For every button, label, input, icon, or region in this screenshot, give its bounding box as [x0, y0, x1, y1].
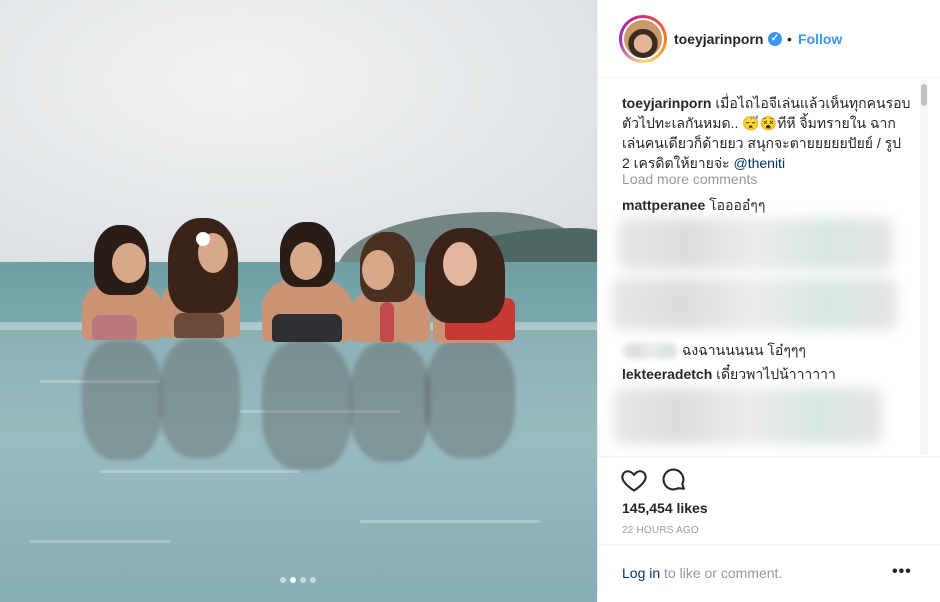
caption-mention-link[interactable]: @theniti [733, 155, 785, 171]
post-header: toeyjarinporn ✓ • Follow [598, 0, 940, 78]
comments-scrollbar[interactable] [920, 80, 928, 455]
likes-count[interactable]: 145,454 likes [622, 500, 708, 516]
carousel-dot[interactable] [310, 577, 316, 583]
comment: lekteeradetch เดี๋ยวพาไปน้าาาาาา [622, 364, 836, 384]
comment: ฉงฉานนนนน โอ๋ๆๆๆ [622, 340, 806, 360]
scrollbar-thumb[interactable] [921, 84, 927, 106]
ripple [100, 470, 300, 473]
caption-username[interactable]: toeyjarinporn [622, 95, 711, 111]
blurred-comment [618, 218, 893, 270]
login-link[interactable]: Log in [622, 565, 660, 581]
login-suffix: to like or comment. [660, 565, 783, 581]
heart-icon[interactable] [620, 466, 648, 494]
blurred-comment [612, 278, 897, 330]
comment-text: โออออ๋ๆๆ [709, 197, 766, 213]
carousel-dot[interactable] [300, 577, 306, 583]
comment-username[interactable]: lekteeradetch [622, 366, 712, 382]
comment-username[interactable]: mattperanee [622, 197, 705, 213]
carousel-dots[interactable] [280, 577, 316, 583]
ripple [30, 540, 170, 543]
comment-text: เดี๋ยวพาไปน้าาาาาา [716, 366, 836, 382]
post-footer: Log in to like or comment. ••• [598, 544, 940, 602]
load-more-comments-button[interactable]: Load more comments [622, 171, 757, 187]
comments-list[interactable]: toeyjarinporn เมื่อไถไอจีเล่นแล้วเห็นทุก… [598, 78, 940, 456]
comment-text: ฉงฉานนนนน โอ๋ๆๆๆ [681, 342, 806, 358]
more-options-icon[interactable]: ••• [892, 563, 912, 581]
post-photo[interactable] [0, 0, 597, 602]
post-caption: toeyjarinporn เมื่อไถไอจีเล่นแล้วเห็นทุก… [622, 93, 912, 173]
post-timestamp[interactable]: 22 HOURS AGO [622, 525, 699, 536]
ripple [360, 520, 540, 523]
separator-dot: • [787, 31, 792, 47]
post-actions: 145,454 likes 22 HOURS AGO [598, 456, 940, 544]
carousel-dot-active[interactable] [290, 577, 296, 583]
comment-icon[interactable] [660, 466, 688, 494]
verified-badge-icon: ✓ [768, 32, 782, 46]
carousel-dot[interactable] [280, 577, 286, 583]
comment: mattperanee โออออ๋ๆๆ [622, 195, 765, 215]
avatar[interactable] [619, 15, 667, 63]
author-username[interactable]: toeyjarinporn [674, 31, 763, 47]
login-prompt: Log in to like or comment. [622, 565, 782, 581]
follow-button[interactable]: Follow [798, 31, 842, 47]
blurred-comment [614, 388, 882, 444]
post-panel: toeyjarinporn ✓ • Follow toeyjarinporn เ… [597, 0, 940, 602]
